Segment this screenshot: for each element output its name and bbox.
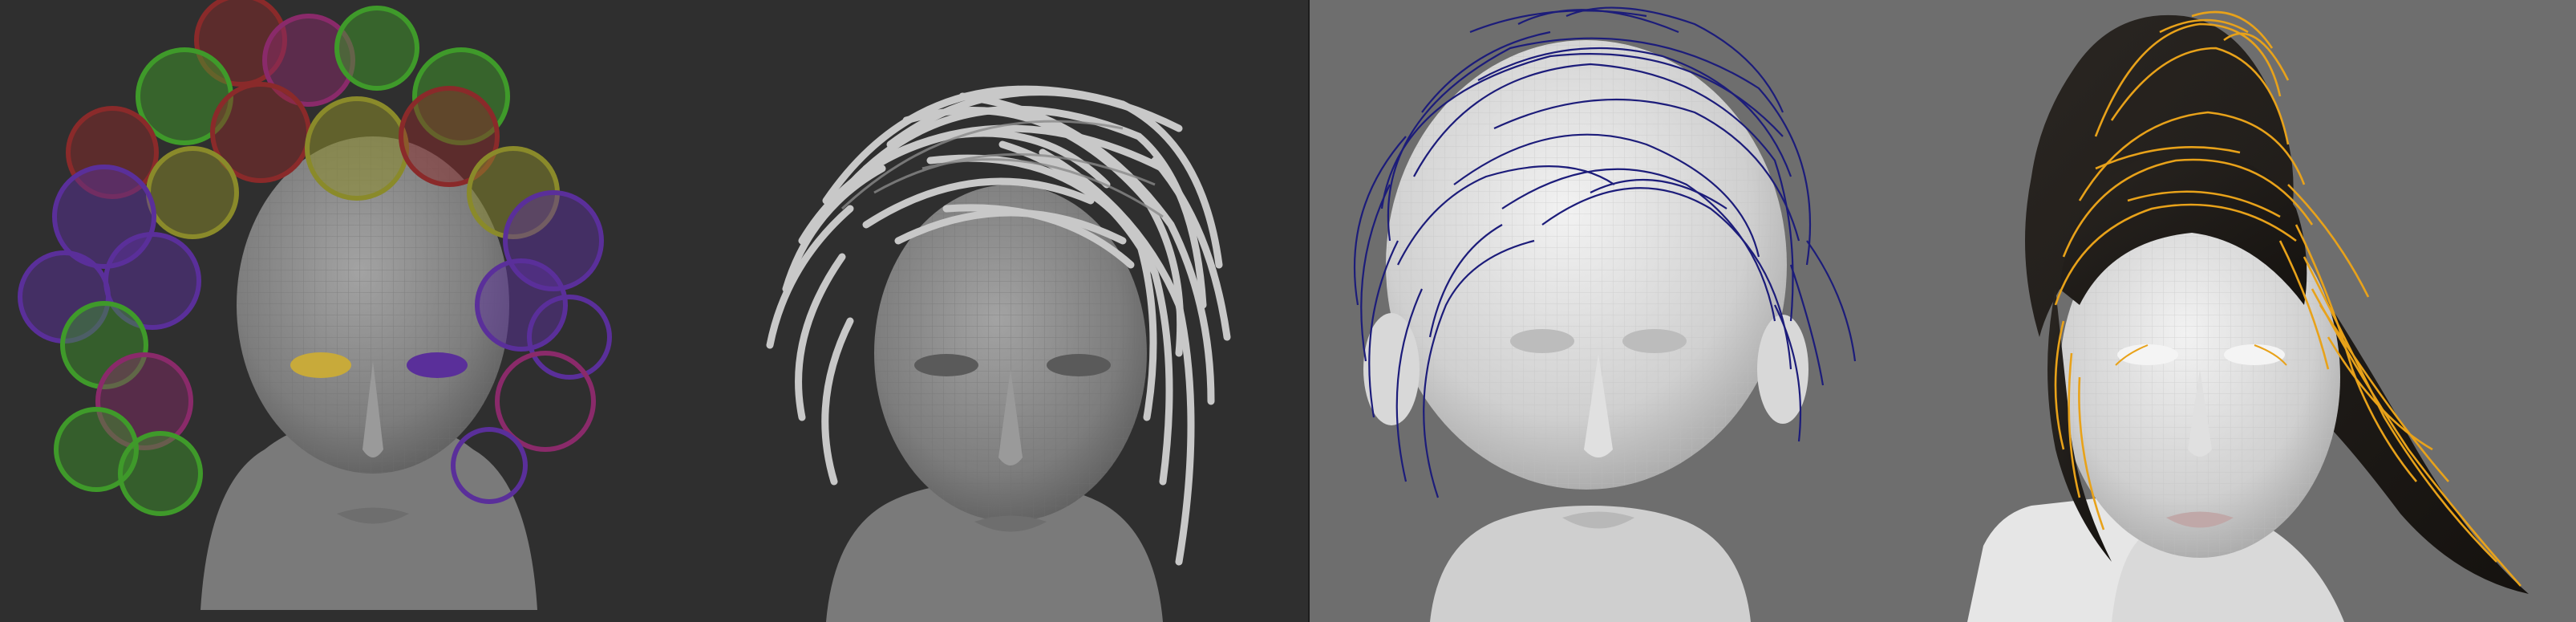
eye-left-1 — [290, 352, 351, 378]
head-rendered-hair[interactable] — [1967, 10, 2529, 622]
eye-left-4 — [2117, 344, 2178, 365]
head-curl-clusters[interactable] — [18, 0, 612, 610]
eye-left-3 — [1510, 329, 1574, 353]
head-hair-cards[interactable] — [766, 85, 1231, 622]
viewport-right-canvas — [1353, 6, 2529, 622]
eye-right-2 — [1047, 354, 1111, 376]
head-guide-curves[interactable] — [1353, 6, 1857, 622]
viewport-left-canvas — [18, 0, 1231, 622]
viewport-right[interactable] — [1310, 0, 2576, 622]
viewport-left[interactable] — [0, 0, 1310, 622]
eye-right-1 — [407, 352, 468, 378]
eye-right-3 — [1622, 329, 1687, 353]
eye-right-4 — [2224, 344, 2285, 365]
eye-left-2 — [914, 354, 978, 376]
hair-modeling-comparison — [0, 0, 2576, 622]
